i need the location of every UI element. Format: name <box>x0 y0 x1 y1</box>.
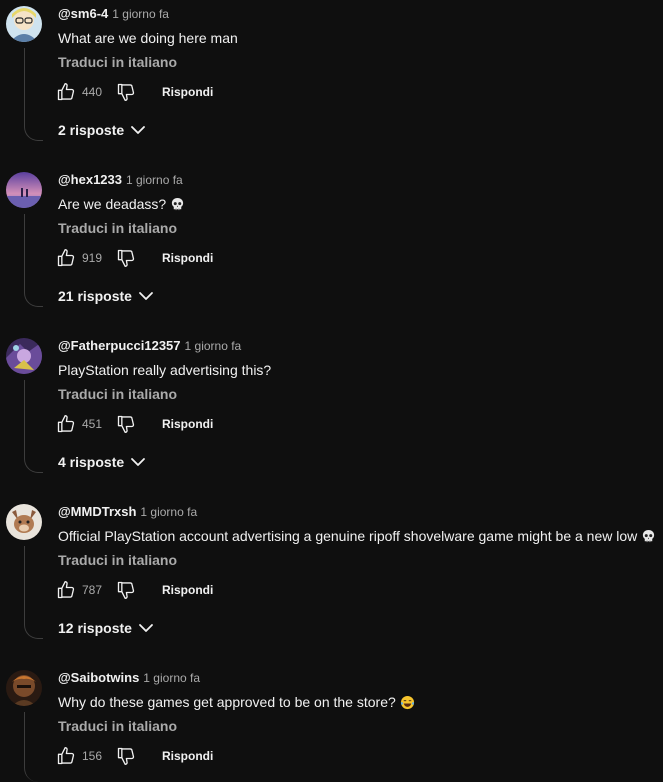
view-replies-button[interactable]: 21 risposte <box>58 287 154 311</box>
comment-timestamp[interactable]: 1 giorno fa <box>143 671 200 685</box>
thread-connector <box>24 214 43 307</box>
comment-item: @Saibotwins 1 giorno fa Why do these game… <box>0 664 663 782</box>
like-button[interactable] <box>56 82 76 102</box>
comment-author[interactable]: @Saibotwins <box>58 670 139 685</box>
avatar[interactable] <box>6 670 42 706</box>
comment-item: @MMDTrxsh 1 giorno fa Official PlayStatio… <box>0 498 663 664</box>
comment-text: PlayStation really advertising this? <box>58 362 272 378</box>
replies-count: 21 risposte <box>58 287 132 304</box>
dislike-button[interactable] <box>116 248 136 268</box>
translate-link[interactable]: Traduci in italiano <box>58 385 177 403</box>
thread-connector <box>24 380 43 473</box>
comment-actions: 787 Rispondi <box>56 574 256 606</box>
avatar[interactable] <box>6 504 42 540</box>
comment-text: Why do these games get approved to be on… <box>58 693 415 714</box>
dislike-button[interactable] <box>116 414 136 434</box>
avatar[interactable] <box>6 6 42 42</box>
thread-connector <box>24 546 43 639</box>
thumbs-down-icon <box>117 415 135 433</box>
reply-button[interactable]: Rispondi <box>162 583 213 597</box>
comment-timestamp[interactable]: 1 giorno fa <box>185 339 242 353</box>
thumbs-down-icon <box>117 83 135 102</box>
comment-text: Are we deadass? <box>58 195 185 216</box>
translate-link[interactable]: Traduci in italiano <box>58 551 177 569</box>
comment-text: Official PlayStation account advertising… <box>58 527 656 548</box>
view-replies-button[interactable]: 12 risposte <box>58 619 154 643</box>
comment-author[interactable]: @MMDTrxsh <box>58 504 136 519</box>
thumbs-up-icon <box>57 415 75 433</box>
view-replies-button[interactable]: 4 risposte <box>58 453 146 477</box>
thumbs-down-icon <box>117 249 135 267</box>
reply-button[interactable]: Rispondi <box>162 85 213 99</box>
dislike-button[interactable] <box>116 580 136 600</box>
skull-emoji <box>641 529 656 548</box>
comment-item: @sm6-4 1 giorno fa What are we doing here… <box>0 0 663 166</box>
avatar[interactable] <box>6 338 42 374</box>
like-button[interactable] <box>56 580 76 600</box>
skull-emoji <box>170 197 185 216</box>
reply-button[interactable]: Rispondi <box>162 749 213 763</box>
thumbs-up-icon <box>57 581 75 599</box>
like-count: 156 <box>82 749 103 763</box>
comment-actions: 440 Rispondi <box>56 76 256 108</box>
chevron-down-icon <box>139 623 153 632</box>
like-count: 787 <box>82 583 103 597</box>
comment-author[interactable]: @Fatherpucci12357 <box>58 338 181 353</box>
like-button[interactable] <box>56 414 76 434</box>
like-button[interactable] <box>56 248 76 268</box>
thumbs-up-icon <box>57 249 75 267</box>
tears-of-joy-emoji <box>400 695 415 714</box>
translate-link[interactable]: Traduci in italiano <box>58 219 177 237</box>
avatar[interactable] <box>6 172 42 208</box>
thread-connector <box>24 712 43 782</box>
translate-link[interactable]: Traduci in italiano <box>58 717 177 735</box>
reply-button[interactable]: Rispondi <box>162 251 213 265</box>
thread-connector <box>24 48 43 141</box>
replies-count: 4 risposte <box>58 453 125 470</box>
reply-button[interactable]: Rispondi <box>162 417 213 431</box>
like-count: 919 <box>82 251 103 265</box>
comment-actions: 451 Rispondi <box>56 408 256 440</box>
thumbs-up-icon <box>57 747 75 765</box>
thumbs-down-icon <box>117 581 135 599</box>
comment-item: @Fatherpucci12357 1 giorno fa PlayStation… <box>0 332 663 498</box>
comment-text: What are we doing here man <box>58 30 238 46</box>
chevron-down-icon <box>131 457 146 466</box>
comment-timestamp[interactable]: 1 giorno fa <box>112 7 169 21</box>
comment-timestamp[interactable]: 1 giorno fa <box>126 173 183 187</box>
thumbs-down-icon <box>117 747 135 765</box>
comment-author[interactable]: @sm6-4 <box>58 6 108 21</box>
view-replies-button[interactable]: 2 risposte <box>58 121 146 145</box>
comment-actions: 919 Rispondi <box>56 242 256 274</box>
like-count: 451 <box>82 417 103 431</box>
replies-count: 12 risposte <box>58 619 132 636</box>
dislike-button[interactable] <box>116 82 136 102</box>
like-count: 440 <box>82 85 103 99</box>
like-button[interactable] <box>56 746 76 766</box>
comment-actions: 156 Rispondi <box>56 740 256 772</box>
comment-item: @hex1233 1 giorno fa Are we deadass? Trad… <box>0 166 663 332</box>
comment-timestamp[interactable]: 1 giorno fa <box>140 505 197 519</box>
dislike-button[interactable] <box>116 746 136 766</box>
chevron-down-icon <box>139 291 153 300</box>
thumbs-up-icon <box>57 83 75 101</box>
chevron-down-icon <box>131 125 146 134</box>
comment-author[interactable]: @hex1233 <box>58 172 122 187</box>
translate-link[interactable]: Traduci in italiano <box>58 53 177 71</box>
replies-count: 2 risposte <box>58 121 125 138</box>
